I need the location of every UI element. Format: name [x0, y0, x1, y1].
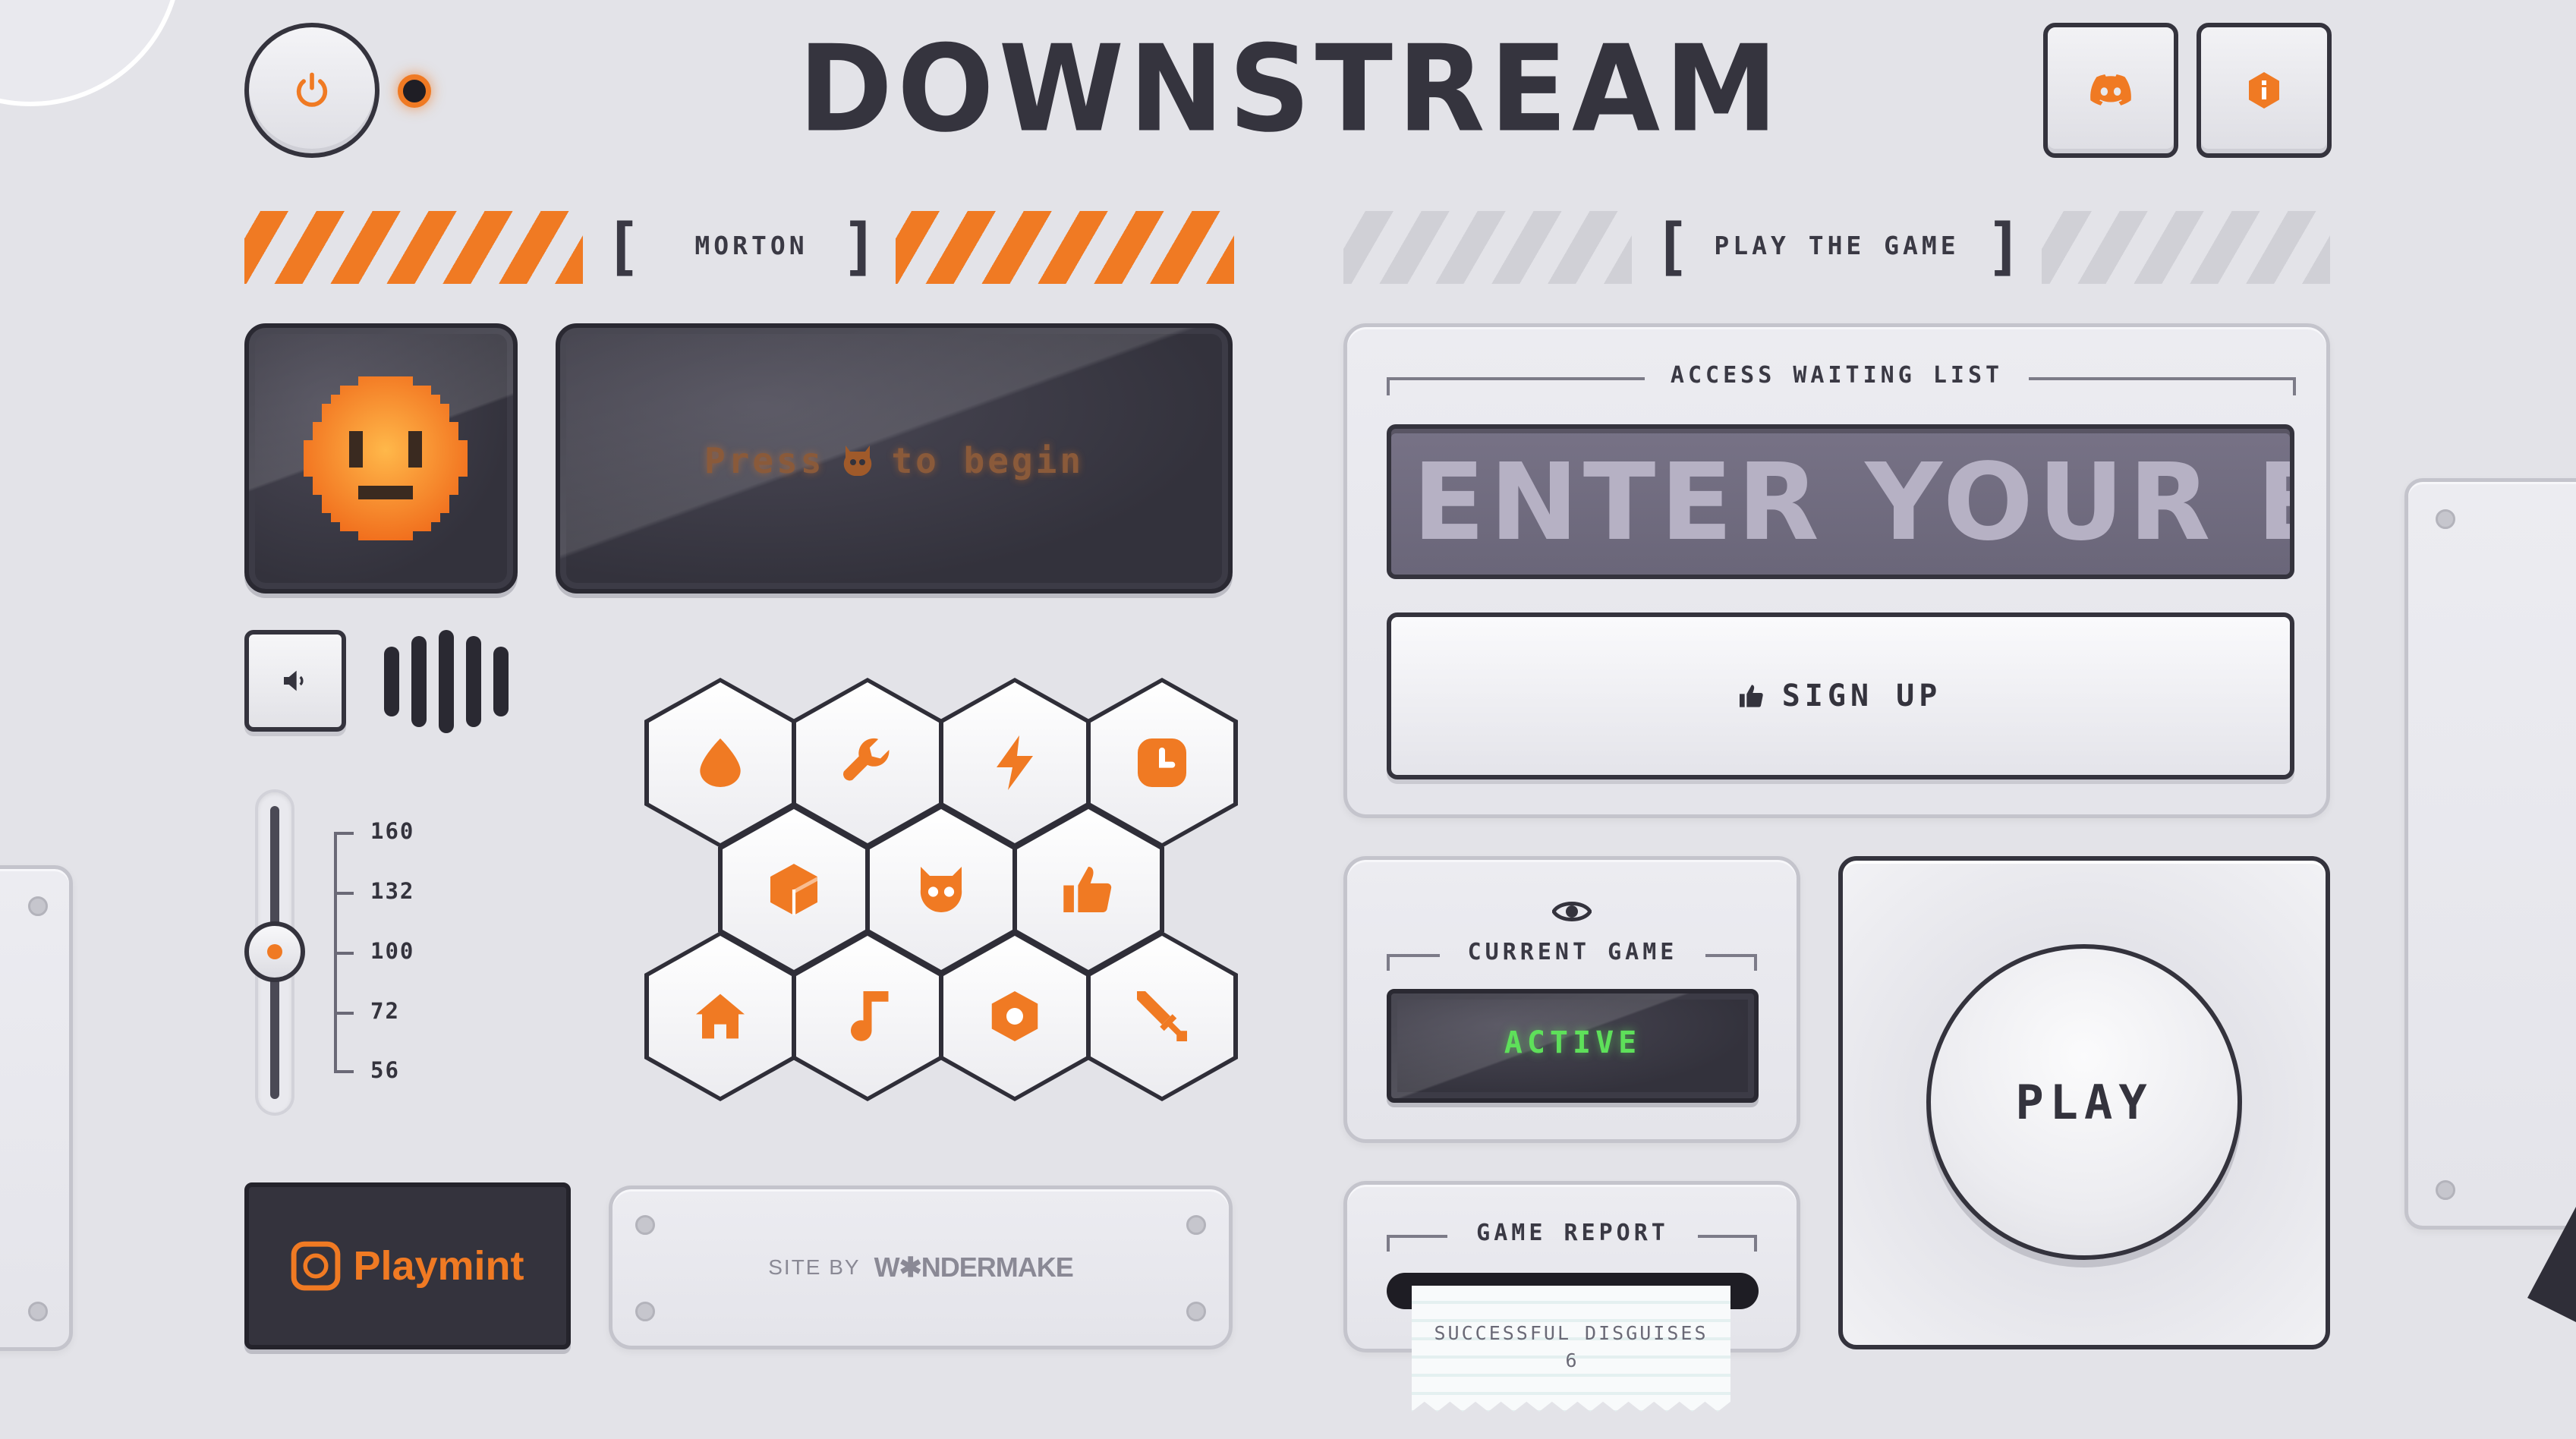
site-credit-plate[interactable]: SITE BY W✱NDERMAKE	[609, 1186, 1233, 1349]
eye-icon	[1552, 902, 1592, 921]
current-game-title: CURRENT GAME	[1467, 939, 1678, 965]
corner-decoration	[0, 0, 182, 106]
music-note-icon	[851, 991, 889, 1041]
hazard-stripe-grey-left	[1343, 211, 1632, 284]
email-placeholder: ENTER YOUR EMAIL	[1412, 441, 2290, 565]
receipt-label: SUCCESSFUL DISGUISES	[1434, 1322, 1708, 1344]
playmint-label: Playmint	[353, 1243, 524, 1289]
receipt-value: 6	[1565, 1349, 1577, 1371]
signup-label: SIGN UP	[1781, 679, 1942, 713]
volume-scale-value: 132	[370, 878, 415, 904]
left-side-panel	[0, 865, 73, 1351]
status-led	[398, 74, 431, 108]
speaker-button[interactable]	[244, 630, 346, 732]
power-icon	[296, 72, 328, 107]
site-by-label: SITE BY	[768, 1255, 861, 1279]
waitlist-title: ACCESS WAITING LIST	[1670, 362, 2004, 389]
game-status-screen: ACTIVE	[1387, 989, 1759, 1103]
robot-icon	[844, 446, 872, 476]
discord-icon	[2090, 74, 2131, 105]
playmint-logo-icon	[291, 1241, 341, 1291]
hexagon-icon	[991, 991, 1038, 1041]
prompt-text-start: Press	[704, 440, 825, 481]
hazard-stripe-grey-right	[2042, 211, 2330, 284]
play-button[interactable]: PLAY	[1926, 944, 2242, 1260]
volume-scale-value: 56	[370, 1057, 400, 1083]
signup-button[interactable]: SIGN UP	[1387, 612, 2294, 779]
clock-icon	[1138, 738, 1186, 787]
section-label-play: PLAY THE GAME	[1714, 231, 1960, 260]
speaker-icon	[284, 670, 304, 691]
volume-scale-value: 100	[370, 938, 415, 964]
thumbs-up-icon	[1063, 867, 1112, 912]
bracket-close: ]	[1986, 211, 2023, 283]
volume-scale-value: 72	[370, 998, 400, 1024]
volume-slider-handle[interactable]	[244, 921, 305, 982]
pixel-face-icon	[304, 376, 468, 540]
site-logo[interactable]: DOWNSTREAM	[798, 20, 1778, 159]
current-game-panel: CURRENT GAME ACTIVE	[1343, 856, 1800, 1143]
player-name-label: MORTON	[694, 231, 808, 260]
play-panel: PLAY	[1838, 856, 2330, 1349]
bracket-open: [	[604, 211, 642, 283]
bracket-close: ]	[841, 211, 879, 283]
play-label: PLAY	[2015, 1074, 2153, 1130]
logo-text: DOWNSTREAM	[798, 20, 1783, 159]
power-button[interactable]	[244, 23, 379, 158]
prompt-text-end: to begin	[891, 440, 1085, 481]
info-icon	[2249, 72, 2279, 109]
lightning-icon	[997, 735, 1033, 790]
playmint-button[interactable]: Playmint	[244, 1182, 571, 1349]
wondermake-label[interactable]: W✱NDERMAKE	[874, 1252, 1074, 1283]
discord-button[interactable]	[2043, 23, 2178, 158]
hazard-stripe-left	[244, 211, 583, 284]
corner-decoration-bottom-right	[2527, 1207, 2576, 1359]
thumbs-up-icon	[1739, 685, 1763, 707]
sword-icon	[1137, 991, 1187, 1041]
drop-icon	[700, 738, 741, 787]
waitlist-panel: ACCESS WAITING LIST ENTER YOUR EMAIL SIG…	[1343, 323, 2330, 818]
message-screen: Press to begin	[556, 323, 1233, 594]
avatar-screen	[244, 323, 518, 594]
home-icon	[696, 993, 745, 1039]
receipt-paper: SUCCESSFUL DISGUISES 6	[1412, 1286, 1730, 1412]
bracket-open: [	[1653, 211, 1691, 283]
game-status-text: ACTIVE	[1504, 1025, 1642, 1060]
cube-icon	[770, 864, 817, 915]
info-button[interactable]	[2197, 23, 2332, 158]
robot-icon	[920, 867, 962, 912]
wrench-icon	[843, 738, 890, 781]
speaker-grille	[384, 630, 521, 733]
volume-scale-value: 160	[370, 818, 415, 844]
email-input[interactable]: ENTER YOUR EMAIL	[1387, 424, 2294, 579]
right-side-panel	[2404, 478, 2576, 1230]
hazard-stripe-right	[896, 211, 1234, 284]
game-report-title: GAME REPORT	[1476, 1220, 1669, 1246]
